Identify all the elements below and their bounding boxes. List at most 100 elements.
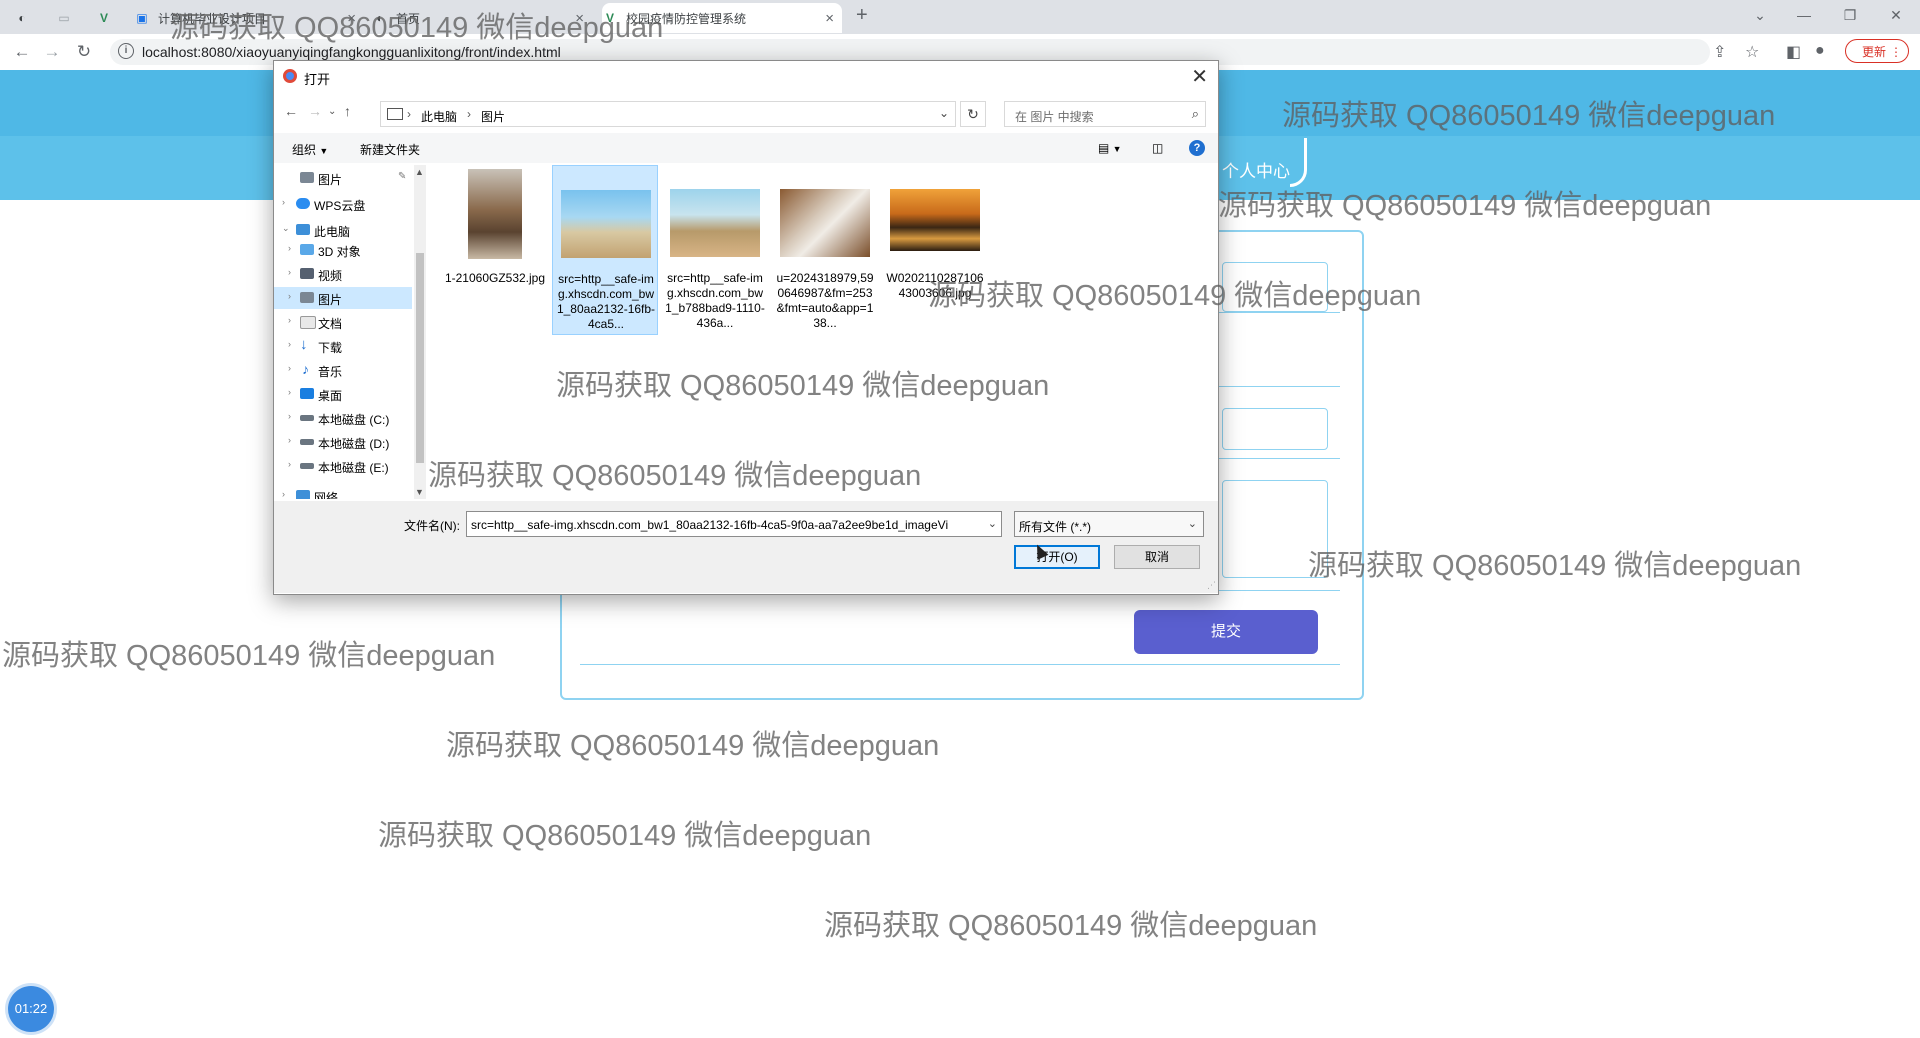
path-bar[interactable]: › 此电脑 › 图片 ⌄ (380, 101, 956, 127)
expand-arrow-icon[interactable]: › (288, 387, 291, 397)
tree-item-videos[interactable]: › 视频 (274, 263, 412, 285)
form-input[interactable] (1222, 262, 1328, 312)
cancel-button[interactable]: 取消 (1114, 545, 1200, 569)
restore-button[interactable]: ❐ (1830, 2, 1870, 28)
chrome-icon: ◐ (18, 11, 26, 25)
tree-item-3d-objects[interactable]: › 3D 对象 (274, 239, 412, 261)
browser-tab-bar: ◐ ▭ V ▣ 计算机毕业设计项目 × ◐ 首页 × V 校园疫情防控管理系统 … (0, 0, 1920, 34)
help-icon[interactable]: ? (1189, 140, 1205, 156)
collapse-arrow-icon[interactable]: ⌄ (282, 223, 290, 234)
tree-item-drive-c[interactable]: › 本地磁盘 (C:) (274, 407, 412, 429)
tree-item-music[interactable]: › ♪ 音乐 (274, 359, 412, 381)
dialog-titlebar: 打开 ✕ (274, 61, 1218, 91)
bookmark-star-icon[interactable]: ☆ (1745, 42, 1759, 62)
organize-button[interactable]: 组织 ▼ (292, 141, 328, 158)
filetype-select[interactable]: 所有文件 (*.*) ⌄ (1014, 511, 1204, 537)
tab-vue[interactable]: V (96, 3, 132, 33)
file-name: src=http__safe-img.xhscdn.com_bw1_80aa21… (556, 272, 656, 331)
open-button[interactable]: 打开(O) (1014, 545, 1100, 569)
tree-label: 图片 (318, 173, 343, 187)
search-input[interactable]: 在 图片 中搜索 ⌕ (1004, 101, 1206, 127)
file-item[interactable]: 1-21060GZ532.jpg (442, 165, 548, 335)
file-item[interactable]: src=http__safe-img.xhscdn.com_bw1_b788ba… (662, 165, 768, 335)
breadcrumb-pictures[interactable]: 图片 (481, 108, 505, 125)
drive-icon (300, 415, 314, 421)
new-tab-button[interactable]: + (856, 4, 868, 27)
tree-item-desktop[interactable]: › 桌面 (274, 383, 412, 405)
share-icon[interactable]: ⇪ (1713, 42, 1726, 62)
expand-arrow-icon[interactable]: › (288, 315, 291, 325)
expand-arrow-icon[interactable]: › (288, 243, 291, 253)
more-icon: ⋮ (1890, 45, 1902, 59)
scroll-down-icon[interactable]: ▼ (415, 487, 424, 497)
close-icon[interactable]: × (347, 10, 356, 27)
forward-button[interactable]: → (40, 40, 64, 64)
form-textarea[interactable] (1222, 480, 1328, 578)
minimize-button[interactable]: — (1784, 2, 1824, 28)
pictures-icon (300, 292, 314, 303)
tab-project[interactable]: ▣ 计算机毕业设计项目 × (134, 3, 364, 33)
tree-item-this-pc[interactable]: ⌄ 此电脑 (274, 219, 412, 241)
submit-button[interactable]: 提交 (1134, 610, 1318, 654)
expand-arrow-icon[interactable]: › (282, 489, 285, 499)
scroll-up-icon[interactable]: ▲ (415, 167, 424, 177)
update-label: 更新 (1862, 45, 1887, 59)
up-arrow-icon[interactable]: ↑ (344, 103, 351, 119)
back-arrow-icon[interactable]: ← (284, 103, 298, 119)
expand-arrow-icon[interactable]: › (288, 435, 291, 445)
breadcrumb-this-pc[interactable]: 此电脑 (421, 108, 457, 125)
tab-blank[interactable]: ▭ (56, 3, 96, 33)
file-item-selected[interactable]: src=http__safe-img.xhscdn.com_bw1_80aa21… (552, 165, 658, 335)
expand-arrow-icon[interactable]: › (288, 339, 291, 349)
resize-grip-icon[interactable]: ⋰ (1207, 580, 1216, 591)
tab-home[interactable]: ◐ 首页 × (372, 3, 592, 33)
tree-item-downloads[interactable]: › ↓ 下载 (274, 335, 412, 357)
expand-arrow-icon[interactable]: › (288, 291, 291, 301)
file-name: u=2024318979,590646987&fm=253&fmt=auto&a… (776, 271, 874, 330)
expand-arrow-icon[interactable]: › (288, 459, 291, 469)
scrollbar-thumb[interactable] (416, 253, 424, 463)
chevron-down-icon[interactable]: ⌄ (987, 517, 997, 530)
site-info-icon[interactable]: i (118, 43, 134, 59)
tree-item-drive-e[interactable]: › 本地磁盘 (E:) (274, 455, 412, 477)
tree-item-pictures[interactable]: › 图片 (274, 287, 412, 309)
back-button[interactable]: ← (10, 40, 34, 64)
expand-arrow-icon[interactable]: › (288, 363, 291, 373)
tab-system[interactable]: V 校园疫情防控管理系统 × (602, 3, 842, 33)
file-name: 1-21060GZ532.jpg (444, 271, 546, 285)
watermark: 源码获取 QQ86050149 微信deepguan (446, 730, 940, 762)
expand-arrow-icon[interactable]: › (288, 267, 291, 277)
tree-scrollbar[interactable]: ▲ ▼ (414, 165, 426, 499)
close-icon[interactable]: × (575, 10, 584, 27)
view-options-icon[interactable]: ▤ ▼ (1098, 141, 1122, 155)
cloud-icon (296, 198, 310, 209)
close-window-button[interactable]: ✕ (1876, 2, 1916, 28)
chevron-down-icon[interactable]: ⌄ (939, 106, 949, 120)
new-folder-button[interactable]: 新建文件夹 (360, 141, 420, 158)
file-item[interactable]: W020211028710643003606.jpg (882, 165, 988, 335)
preview-pane-icon[interactable]: ◫ (1152, 141, 1163, 155)
nav-item-personal-center[interactable]: 个人中心 (1222, 157, 1290, 182)
file-item[interactable]: u=2024318979,590646987&fm=253&fmt=auto&a… (772, 165, 878, 335)
tab-search-icon[interactable]: ⌄ (1740, 2, 1780, 28)
profile-icon[interactable]: ● (1815, 42, 1825, 60)
forward-arrow-icon[interactable]: → (308, 103, 322, 119)
dialog-close-button[interactable]: ✕ (1191, 64, 1208, 89)
recent-dropdown-icon[interactable]: ⌄ (328, 106, 336, 117)
tree-item-wps-cloud[interactable]: › WPS云盘 (274, 193, 412, 215)
form-input[interactable] (1222, 408, 1328, 450)
side-panel-icon[interactable]: ◧ (1786, 42, 1801, 62)
filename-input[interactable]: src=http__safe-img.xhscdn.com_bw1_80aa21… (466, 511, 1002, 537)
tree-item-network[interactable]: › 网络 (274, 485, 412, 499)
expand-arrow-icon[interactable]: › (282, 197, 285, 207)
tree-item-drive-d[interactable]: › 本地磁盘 (D:) (274, 431, 412, 453)
chevron-right-icon: › (467, 107, 471, 121)
tab-label: 首页 (396, 11, 421, 26)
update-button[interactable]: 更新 ⋮ (1845, 39, 1909, 63)
reload-button[interactable]: ↻ (72, 40, 96, 64)
tree-item-pictures-quick[interactable]: 图片 ✎ (274, 167, 412, 189)
tree-item-documents[interactable]: › 文档 (274, 311, 412, 333)
expand-arrow-icon[interactable]: › (288, 411, 291, 421)
close-icon[interactable]: × (825, 10, 834, 27)
refresh-button[interactable]: ↻ (960, 101, 986, 127)
